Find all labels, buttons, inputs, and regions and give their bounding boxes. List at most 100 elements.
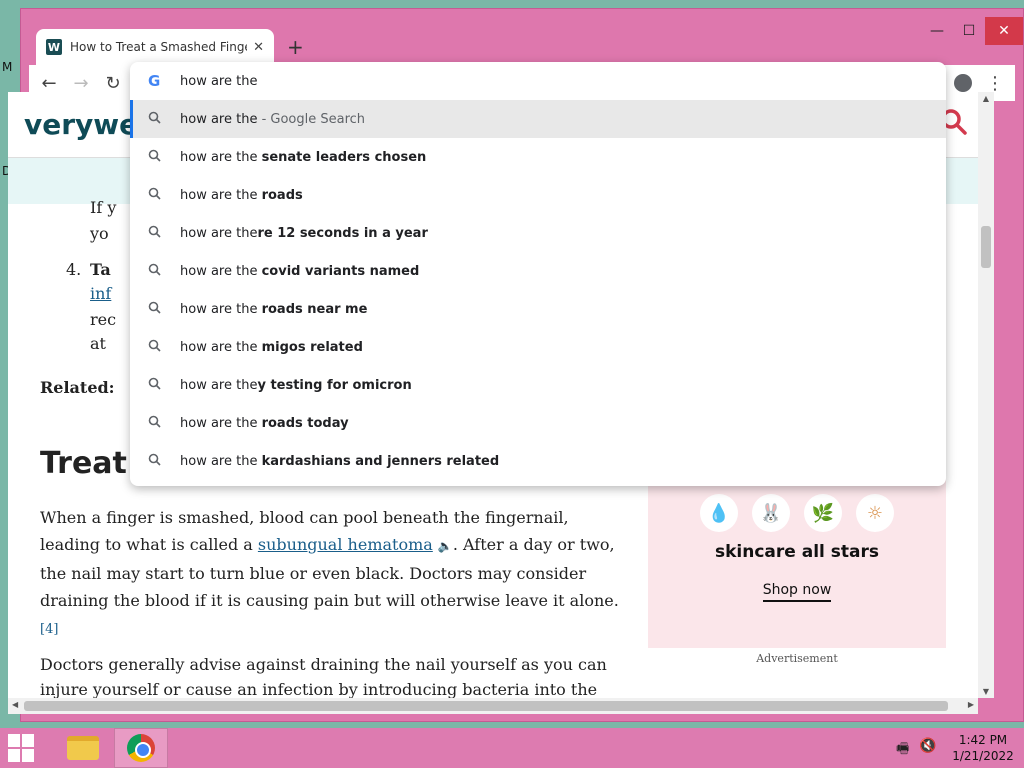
- list-text: If y: [90, 198, 117, 217]
- suggestion-completion: roads today: [261, 415, 349, 431]
- minimize-button[interactable]: —: [921, 17, 953, 45]
- drop-icon: 💧: [700, 494, 738, 532]
- volume-muted-icon[interactable]: 🔇: [919, 738, 936, 762]
- suggestion-prefix: how are the: [180, 339, 262, 355]
- search-icon: [148, 301, 180, 318]
- suggestion-completion: re 12 seconds in a year: [257, 225, 428, 241]
- suggestion-list: how are the - Google Search how are the s…: [130, 100, 946, 480]
- system-tray: 🖷 🔇: [896, 738, 937, 762]
- close-window-button[interactable]: ✕: [985, 17, 1023, 45]
- suggestion-item[interactable]: how are the y testing for omicron: [130, 366, 946, 404]
- site-logo[interactable]: verywe: [24, 108, 138, 141]
- tab-close-icon[interactable]: ✕: [253, 40, 264, 55]
- suggestion-prefix: how are the: [180, 263, 262, 279]
- suggestion-item[interactable]: how are the - Google Search: [130, 100, 946, 138]
- suggestion-completion: kardashians and jenners related: [261, 453, 500, 469]
- suggestion-prefix: how are the: [180, 377, 258, 393]
- windows-logo-icon: [8, 734, 20, 747]
- maximize-button[interactable]: ☐: [953, 17, 985, 45]
- desktop-icon-label[interactable]: M: [2, 60, 12, 74]
- search-icon: [148, 263, 180, 280]
- suggestion-prefix: how are the: [180, 225, 258, 241]
- search-icon: [148, 415, 180, 432]
- search-icon: [148, 339, 180, 356]
- horizontal-scrollbar[interactable]: ◀ ▶: [8, 698, 978, 714]
- chrome-taskbar-button[interactable]: [114, 728, 168, 768]
- google-icon: G: [148, 72, 161, 90]
- suggestion-prefix: how are the: [180, 149, 262, 165]
- suggestion-prefix: how are the: [180, 301, 262, 317]
- search-icon: [148, 187, 180, 204]
- article-paragraph: When a finger is smashed, blood can pool…: [40, 504, 620, 643]
- scroll-right-icon[interactable]: ▶: [968, 700, 974, 709]
- start-button[interactable]: [8, 734, 38, 762]
- suggestion-item[interactable]: how are the roads: [130, 176, 946, 214]
- windows-logo-icon: [22, 734, 34, 747]
- ad-title: skincare all stars: [715, 542, 879, 562]
- verywell-favicon-icon: W: [46, 39, 62, 55]
- article-paragraph: Doctors generally advise against drainin…: [40, 655, 607, 698]
- suggestion-item[interactable]: how are the migos related: [130, 328, 946, 366]
- clock[interactable]: 1:42 PM 1/21/2022: [948, 732, 1018, 764]
- clock-date: 1/21/2022: [952, 749, 1014, 763]
- file-explorer-button[interactable]: [56, 728, 110, 768]
- suggestion-prefix: how are the: [180, 453, 262, 469]
- list-text: at: [90, 334, 106, 353]
- new-tab-button[interactable]: +: [287, 35, 304, 59]
- vertical-scrollbar[interactable]: ▲ ▼: [978, 92, 994, 698]
- search-icon: [148, 453, 180, 470]
- audio-speaker-icon[interactable]: 🔈: [438, 539, 453, 553]
- suggestion-completion: senate leaders chosen: [261, 149, 427, 165]
- list-text: rec: [90, 310, 117, 329]
- search-icon: [148, 377, 180, 394]
- suggestion-prefix: how are the: [180, 415, 262, 431]
- ad-icon-row: 💧 🐰 🌿 ☼: [700, 494, 894, 532]
- horizontal-scroll-thumb[interactable]: [24, 701, 948, 711]
- subungual-hematoma-link[interactable]: subungual hematoma: [258, 535, 433, 554]
- chrome-icon: [127, 734, 155, 762]
- section-heading: Treat: [40, 446, 127, 481]
- shop-now-label: Shop now: [762, 582, 832, 602]
- suggestion-completion: migos related: [261, 339, 363, 355]
- suggestion-item[interactable]: how are the roads today: [130, 404, 946, 442]
- clock-time: 1:42 PM: [958, 733, 1008, 747]
- advertisement-label: Advertisement: [756, 652, 838, 665]
- suggestion-item[interactable]: how are the re 12 seconds in a year: [130, 214, 946, 252]
- related-label: Related:: [40, 378, 115, 397]
- suggestion-completion: roads: [261, 187, 303, 203]
- leaf-icon: 🌿: [804, 494, 842, 532]
- search-icon: [148, 225, 180, 242]
- suggestion-completion: roads near me: [261, 301, 368, 317]
- scroll-up-icon[interactable]: ▲: [978, 94, 994, 103]
- windows-logo-icon: [8, 749, 20, 762]
- browser-tab[interactable]: W How to Treat a Smashed Finger ✕: [36, 29, 274, 65]
- citation-link[interactable]: [4]: [40, 622, 58, 637]
- suggestion-item[interactable]: how are the roads near me: [130, 290, 946, 328]
- suggestion-item[interactable]: how are the senate leaders chosen: [130, 138, 946, 176]
- article-link[interactable]: inf: [90, 284, 111, 303]
- suggestion-completion: - Google Search: [257, 111, 366, 127]
- search-icon: [148, 149, 180, 166]
- suggestion-completion: covid variants named: [261, 263, 420, 279]
- profile-avatar-icon: [954, 74, 972, 92]
- omnibox-dropdown: G how are the - Google Searchhow are the…: [130, 62, 946, 486]
- vertical-scroll-thumb[interactable]: [981, 226, 991, 268]
- list-text: yo: [90, 224, 109, 243]
- suggestion-prefix: how are the: [180, 187, 262, 203]
- network-icon[interactable]: 🖷: [896, 738, 909, 762]
- scroll-down-icon[interactable]: ▼: [978, 687, 994, 696]
- sun-icon: ☼: [856, 494, 894, 532]
- list-item-title: Ta: [90, 260, 111, 279]
- scroll-left-icon[interactable]: ◀: [12, 700, 18, 709]
- shop-now-button[interactable]: Shop now: [648, 582, 946, 602]
- suggestion-item[interactable]: how are the kardashians and jenners rela…: [130, 442, 946, 480]
- window-controls: — ☐ ✕: [921, 17, 1023, 45]
- suggestion-item[interactable]: how are the covid variants named: [130, 252, 946, 290]
- suggestion-prefix: how are the: [180, 111, 258, 127]
- search-icon: [148, 111, 180, 128]
- address-bar-input[interactable]: [180, 73, 880, 89]
- taskbar: 🖷 🔇 1:42 PM 1/21/2022: [0, 728, 1024, 768]
- omnibox-input-row[interactable]: G: [130, 62, 946, 100]
- windows-logo-icon: [22, 749, 34, 762]
- folder-icon: [67, 736, 99, 760]
